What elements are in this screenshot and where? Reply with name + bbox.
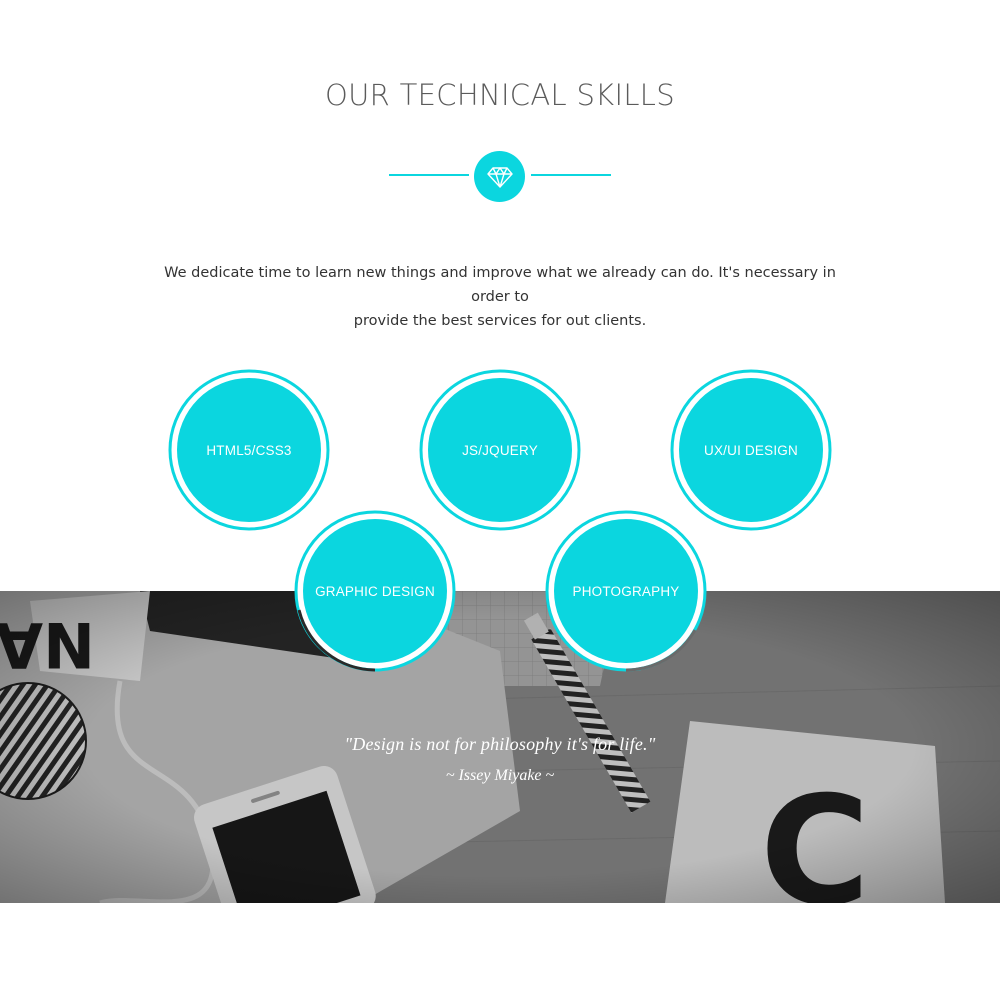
- skill-circle-js-jquery: JS/JQUERY: [419, 369, 581, 531]
- skill-label: JS/JQUERY: [462, 442, 538, 458]
- skill-circle-graphic-design: GRAPHIC DESIGN: [294, 510, 456, 672]
- intro-paragraph: We dedicate time to learn new things and…: [150, 261, 850, 333]
- quote-block: "Design is not for philosophy it's for l…: [0, 734, 1000, 785]
- skill-label: HTML5/CSS3: [206, 442, 292, 458]
- skill-label: UX/UI DESIGN: [704, 442, 798, 458]
- title-divider: [0, 151, 1000, 202]
- skills-page: OUR TECHNICAL SKILLS We dedicate time to…: [0, 0, 1000, 981]
- skill-circle-ux-ui-design: UX/UI DESIGN: [670, 369, 832, 531]
- intro-line-1: We dedicate time to learn new things and…: [164, 265, 836, 305]
- skill-label: PHOTOGRAPHY: [572, 583, 680, 599]
- intro-line-2: provide the best services for out client…: [353, 313, 647, 329]
- divider-line-right: [531, 174, 611, 176]
- skill-circle-photography: PHOTOGRAPHY: [545, 510, 707, 672]
- divider-line-left: [389, 174, 469, 176]
- diamond-icon: [486, 166, 513, 188]
- quote-text: "Design is not for philosophy it's for l…: [344, 734, 656, 754]
- quote-author: ~ Issey Miyake ~: [445, 767, 555, 784]
- section-title: OUR TECHNICAL SKILLS: [325, 78, 675, 112]
- diamond-badge: [474, 151, 525, 202]
- skill-circle-html-css: HTML5/CSS3: [168, 369, 330, 531]
- skill-label: GRAPHIC DESIGN: [315, 583, 435, 599]
